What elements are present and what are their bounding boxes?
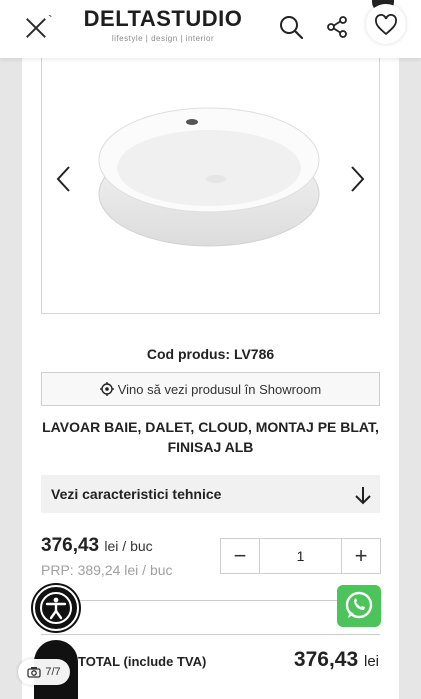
- product-code: Cod produs: LV786: [146, 346, 275, 362]
- total-value: 376,43 lei: [294, 648, 379, 672]
- quantity-stepper: − 1 +: [220, 538, 381, 574]
- total-currency: lei: [363, 653, 379, 670]
- showroom-button[interactable]: Vino să vezi produsul în Showroom: [41, 372, 380, 406]
- heart-icon: [375, 14, 397, 36]
- camera-icon: [27, 667, 41, 678]
- product-title: LAVOAR BAIE, DALET, CLOUD, MONTAJ PE BLA…: [42, 419, 379, 455]
- header-tick: `: [48, 12, 53, 28]
- price: 376,43 lei / buc: [41, 535, 153, 557]
- header: ` DELTASTUDIO lifestyle | design | inter…: [0, 0, 421, 58]
- total-label: TOTAL (include TVA): [78, 654, 207, 669]
- divider: [41, 600, 380, 601]
- logo-tagline: lifestyle | design | interior: [111, 34, 215, 43]
- specs-label: Vezi caracteristici tehnice: [51, 486, 222, 502]
- specs-accordion[interactable]: Vezi caracteristici tehnice: [41, 475, 380, 513]
- total-amount: 376,43: [293, 648, 359, 671]
- increase-quantity-button[interactable]: +: [342, 539, 380, 573]
- divider: [41, 634, 380, 635]
- logo[interactable]: DELTASTUDIO lifestyle | design | interio…: [78, 6, 248, 46]
- quantity-input[interactable]: 1: [259, 539, 342, 573]
- accessibility-button[interactable]: [33, 585, 79, 631]
- price-value: 376,43: [41, 535, 100, 556]
- left-backdrop: [0, 0, 22, 699]
- share-icon[interactable]: [326, 16, 348, 38]
- accessibility-icon: [40, 592, 72, 624]
- product-image: [98, 107, 320, 247]
- logo-main-text: DELTASTUDIO: [83, 6, 243, 31]
- arrow-down-icon: [355, 487, 371, 505]
- image-counter: 7/7: [18, 659, 70, 685]
- close-icon[interactable]: [24, 16, 48, 40]
- image-counter-text: 7/7: [45, 666, 61, 678]
- search-icon[interactable]: [278, 14, 304, 40]
- chevron-right-icon[interactable]: [347, 164, 367, 194]
- whatsapp-icon: [345, 591, 373, 619]
- favorite-button[interactable]: [366, 4, 406, 44]
- price-unit: lei / buc: [104, 538, 153, 554]
- whatsapp-button[interactable]: [337, 585, 381, 627]
- decrease-quantity-button[interactable]: −: [221, 539, 259, 573]
- location-pin-icon: [99, 382, 114, 396]
- product-gallery[interactable]: [41, 52, 380, 314]
- showroom-label: Vino să vezi produsul în Showroom: [117, 381, 322, 397]
- recommended-price: PRP: 389,24 lei / buc: [41, 562, 173, 578]
- right-backdrop: [399, 0, 421, 699]
- chevron-left-icon[interactable]: [54, 164, 74, 194]
